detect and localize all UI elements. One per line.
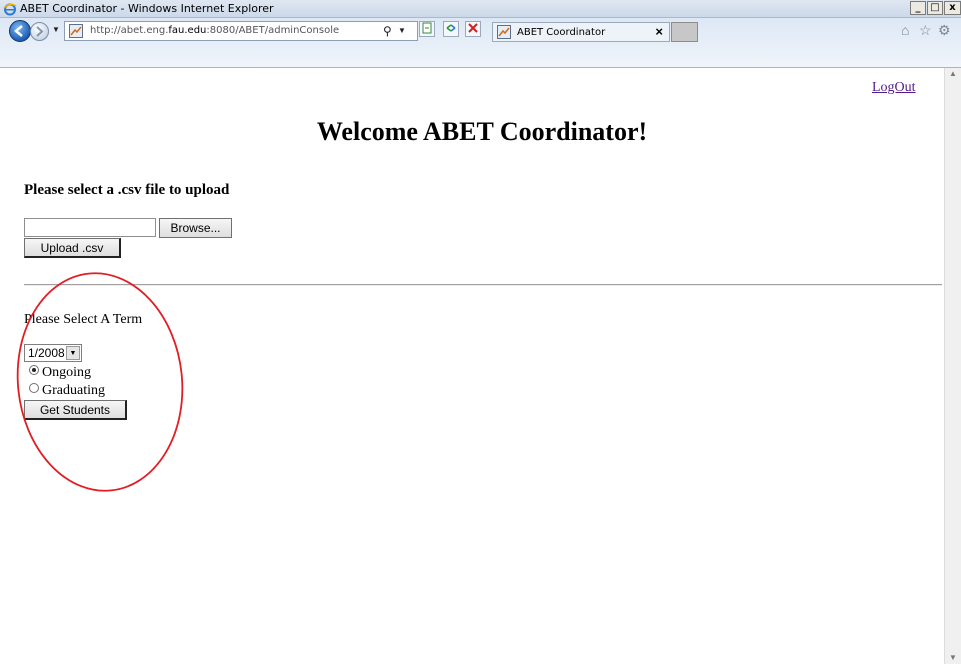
forward-arrow-icon	[36, 26, 44, 37]
term-select[interactable]: 1/2008 ▼	[24, 344, 82, 362]
refresh-icon[interactable]	[443, 21, 459, 37]
term-select-value: 1/2008	[28, 346, 65, 360]
new-tab-button[interactable]	[671, 22, 698, 42]
get-students-button[interactable]: Get Students	[24, 400, 127, 420]
page-title: Welcome ABET Coordinator!	[316, 117, 648, 146]
window-title: ABET Coordinator - Windows Internet Expl…	[20, 2, 274, 15]
term-label: Please Select A Term	[24, 312, 143, 327]
logout-link[interactable]: LogOut	[872, 80, 916, 96]
radio-graduating-label: Graduating	[42, 383, 105, 398]
vertical-scrollbar[interactable]: ▲ ▼	[944, 68, 961, 664]
annotation-circle	[16, 272, 184, 492]
tab-favicon-icon	[497, 25, 511, 39]
search-icon[interactable]: ⚲	[383, 24, 392, 38]
file-path-input[interactable]	[24, 218, 156, 237]
browser-toolbar: ▼ http://abet.eng.fau.edu:8080/ABET/admi…	[0, 18, 961, 68]
scroll-down-icon[interactable]: ▼	[948, 653, 958, 663]
tools-gear-icon[interactable]: ⚙	[938, 22, 951, 38]
radio-ongoing-label: Ongoing	[42, 365, 91, 380]
minimize-button[interactable]: _	[910, 1, 926, 15]
upload-csv-button[interactable]: Upload .csv	[24, 238, 121, 258]
tab-label: ABET Coordinator	[517, 27, 606, 38]
maximize-button[interactable]: □	[927, 1, 943, 15]
stop-icon[interactable]	[465, 21, 481, 37]
history-dropdown-icon[interactable]: ▼	[52, 25, 60, 35]
search-dropdown-icon[interactable]: ▼	[398, 25, 406, 37]
radio-graduating-button[interactable]	[29, 383, 39, 393]
address-bar[interactable]: http://abet.eng.fau.edu:8080/ABET/adminC…	[64, 21, 418, 41]
ie-logo-icon	[3, 3, 17, 16]
tab-close-icon[interactable]: ×	[655, 24, 663, 40]
favorites-star-icon[interactable]: ☆	[919, 22, 932, 38]
chevron-down-icon[interactable]: ▼	[66, 346, 80, 360]
upload-instructions: Please select a .csv file to upload	[24, 182, 230, 198]
window-title-bar: ABET Coordinator - Windows Internet Expl…	[0, 0, 961, 18]
page-content: LogOut Welcome ABET Coordinator! Please …	[0, 68, 944, 664]
home-icon[interactable]: ⌂	[901, 22, 909, 38]
browse-button[interactable]: Browse...	[159, 218, 232, 238]
radio-ongoing[interactable]: Ongoing	[29, 365, 91, 381]
back-arrow-icon	[14, 25, 23, 37]
page-favicon-icon	[69, 24, 83, 38]
section-divider	[24, 284, 942, 286]
url-text[interactable]: http://abet.eng.fau.edu:8080/ABET/adminC…	[90, 25, 339, 37]
close-window-button[interactable]: x	[944, 1, 961, 15]
forward-button[interactable]	[30, 22, 49, 41]
radio-graduating[interactable]: Graduating	[29, 383, 105, 399]
scroll-up-icon[interactable]: ▲	[948, 69, 958, 79]
compatibility-view-icon[interactable]	[419, 21, 435, 37]
radio-ongoing-button[interactable]	[29, 365, 39, 375]
tab-abet-coordinator[interactable]: ABET Coordinator ×	[492, 22, 670, 42]
back-button[interactable]	[9, 20, 31, 42]
